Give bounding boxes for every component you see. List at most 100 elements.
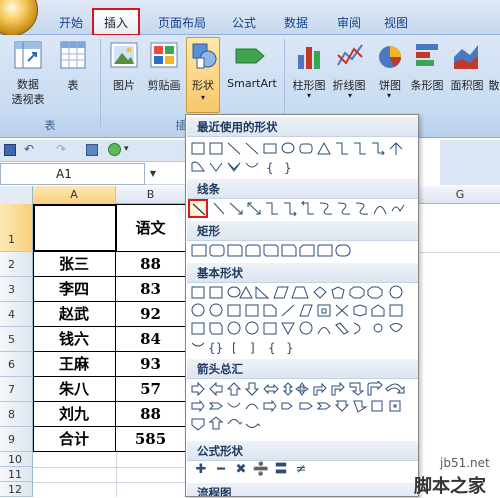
minus-icon[interactable]: ━ xyxy=(212,463,230,477)
multiply-icon[interactable]: ✖ xyxy=(232,463,250,477)
section-recent-shapes: 最近使用的形状 xyxy=(187,117,418,137)
table-cell[interactable]: 83 xyxy=(116,277,186,302)
table-cell[interactable]: 84 xyxy=(116,327,186,352)
table-cell[interactable]: 93 xyxy=(116,352,186,377)
shapes-icon xyxy=(192,43,217,69)
plus-icon[interactable]: ✚ xyxy=(192,463,210,477)
smartart-icon[interactable] xyxy=(234,43,266,69)
table-cell[interactable]: 王麻 xyxy=(33,352,116,377)
tab-view[interactable]: 视图 xyxy=(380,12,412,34)
scatter-chart-button[interactable]: 散 xyxy=(486,77,500,93)
block-arrows-gallery[interactable] xyxy=(190,381,414,437)
tab-data[interactable]: 数据 xyxy=(280,12,312,34)
table-cell[interactable]: 李四 xyxy=(33,277,116,302)
selected-line-shape[interactable] xyxy=(188,199,208,218)
rectangles-gallery[interactable] xyxy=(190,243,414,259)
clipart-button[interactable]: 剪贴画 xyxy=(144,77,184,93)
equal-icon[interactable]: 〓 xyxy=(272,463,290,477)
pivot-table-button[interactable]: 数据 透视表 xyxy=(4,77,52,107)
section-flowchart: 流程图 xyxy=(187,483,418,496)
tab-formulas[interactable]: 公式 xyxy=(228,12,260,34)
table-cell[interactable]: 88 xyxy=(116,402,186,427)
save-icon[interactable] xyxy=(4,144,16,156)
tab-page-layout[interactable]: 页面布局 xyxy=(154,12,210,34)
area-chart-button[interactable]: 面积图 xyxy=(446,77,488,93)
section-basic-shapes: 基本形状 xyxy=(187,263,418,283)
section-equation-shapes: 公式形状 xyxy=(187,441,418,461)
table-cell[interactable]: 57 xyxy=(116,377,186,402)
smartart-button[interactable]: SmartArt xyxy=(222,77,282,90)
row-header[interactable]: 4 xyxy=(0,302,33,327)
cell-b1[interactable]: 语文 xyxy=(116,204,186,252)
undo-icon[interactable]: ↶ xyxy=(24,142,34,156)
circle-icon[interactable] xyxy=(108,143,121,156)
picture-icon[interactable] xyxy=(110,41,138,71)
table-cell[interactable]: 赵武 xyxy=(33,302,116,327)
shapes-dropdown-menu: 最近使用的形状 {} 线条 矩形 基本形状 {} [] {} 箭头总汇 公式… xyxy=(185,114,419,497)
group-label-tables: 表 xyxy=(44,119,56,132)
gridline xyxy=(33,467,185,468)
table-cell[interactable]: 钱六 xyxy=(33,327,116,352)
column-chart-icon[interactable] xyxy=(296,41,324,71)
row-header[interactable]: 12 xyxy=(0,482,33,497)
table-cell[interactable]: 92 xyxy=(116,302,186,327)
table-button[interactable]: 表 xyxy=(62,77,84,93)
line-chart-icon[interactable] xyxy=(336,41,364,71)
table-cell[interactable]: 合计 xyxy=(33,427,116,452)
chevron-down-icon: ▾ xyxy=(347,91,352,100)
shapes-button-label: 形状 xyxy=(192,79,214,92)
column-header-a[interactable]: A xyxy=(33,186,116,204)
svg-text:{: { xyxy=(266,161,274,175)
row-header[interactable]: 2 xyxy=(0,252,33,277)
section-rectangles: 矩形 xyxy=(187,221,418,241)
chevron-down-icon[interactable]: ▼ xyxy=(146,163,160,185)
tab-review[interactable]: 审阅 xyxy=(333,12,365,34)
row-header[interactable]: 7 xyxy=(0,377,33,402)
gridline xyxy=(116,452,117,497)
table-icon[interactable] xyxy=(60,41,86,71)
table-cell[interactable]: 585 xyxy=(116,427,186,452)
row-header[interactable]: 6 xyxy=(0,352,33,377)
picture-button[interactable]: 图片 xyxy=(109,77,139,93)
tab-home[interactable]: 开始 xyxy=(55,12,87,34)
bar-chart-icon[interactable] xyxy=(414,41,442,71)
select-all-corner[interactable] xyxy=(0,186,33,204)
pie-chart-icon[interactable] xyxy=(376,43,404,71)
not-equal-icon[interactable]: ≠ xyxy=(292,463,310,477)
basic-shapes-gallery[interactable]: {} [] {} xyxy=(190,285,414,355)
row-header[interactable]: 5 xyxy=(0,327,33,352)
row-header[interactable]: 10 xyxy=(0,452,33,467)
area-chart-icon[interactable] xyxy=(452,41,480,71)
row-header[interactable]: 3 xyxy=(0,277,33,302)
gridline xyxy=(420,252,500,253)
column-header-b[interactable]: B xyxy=(116,186,186,204)
row-header[interactable]: 1 xyxy=(0,204,33,252)
lines-gallery[interactable] xyxy=(190,201,414,217)
clipart-icon[interactable] xyxy=(150,41,178,71)
table-cell[interactable]: 刘九 xyxy=(33,402,116,427)
svg-text:{}: {} xyxy=(208,341,223,355)
watermark-logo-text: 脚本之家 xyxy=(414,476,486,497)
row-header[interactable]: 9 xyxy=(0,427,33,452)
equation-shapes-gallery[interactable]: ✚ ━ ✖ ➗ 〓 ≠ xyxy=(192,463,310,479)
pivot-table-icon[interactable] xyxy=(14,41,42,71)
row-header[interactable]: 8 xyxy=(0,402,33,427)
tab-insert[interactable]: 插入 xyxy=(92,8,140,36)
redo-icon[interactable]: ↷ xyxy=(56,142,66,156)
cell-a1[interactable] xyxy=(33,204,117,252)
quick-access-toolbar: ↶ ↷ ▾ xyxy=(0,140,185,162)
namebox-input[interactable]: A1 xyxy=(0,163,145,185)
table-cell[interactable]: 朱八 xyxy=(33,377,116,402)
column-header-g[interactable]: G xyxy=(420,186,500,204)
svg-text:{: { xyxy=(268,341,276,355)
recent-shapes-gallery[interactable]: {} xyxy=(190,141,414,177)
divide-icon[interactable]: ➗ xyxy=(252,463,270,477)
bar-chart-button[interactable]: 条形图 xyxy=(405,77,449,93)
row-header[interactable]: 11 xyxy=(0,467,33,482)
form-icon[interactable] xyxy=(86,144,98,156)
svg-text:[: [ xyxy=(232,341,237,355)
table-cell[interactable]: 88 xyxy=(116,252,186,277)
table-cell[interactable]: 张三 xyxy=(33,252,116,277)
section-block-arrows: 箭头总汇 xyxy=(187,359,418,379)
chevron-down-icon[interactable]: ▾ xyxy=(124,144,129,154)
